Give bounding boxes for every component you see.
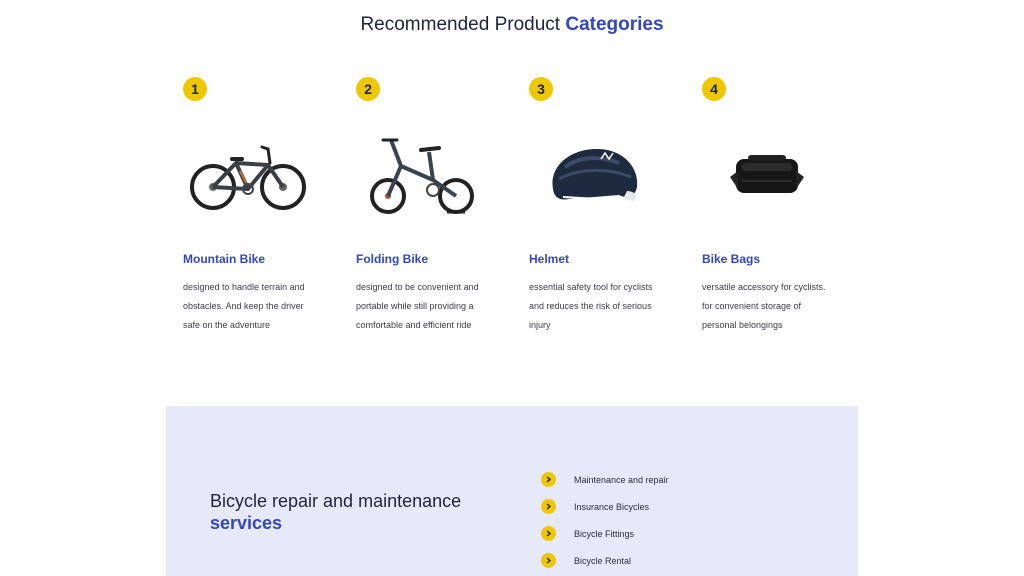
- section-title-prefix: Recommended Product: [360, 14, 561, 35]
- category-title[interactable]: Mountain Bike: [183, 252, 265, 266]
- service-label: Bicycle Fittings: [574, 528, 635, 539]
- chevron-right-icon: [541, 499, 556, 514]
- category-card-helmet[interactable]: 3 Helmet essential safety tool for cycli…: [529, 77, 689, 330]
- category-number-badge: 4: [702, 77, 726, 101]
- services-heading-accent: services: [210, 513, 283, 533]
- section-title-accent: Categories: [565, 14, 664, 35]
- category-description: designed to be convenient and portable w…: [356, 282, 479, 330]
- category-description: versatile accessory for cyclists. for co…: [702, 282, 826, 330]
- category-description: designed to handle terrain and obstacles…: [183, 282, 305, 330]
- category-number-badge: 2: [356, 77, 380, 101]
- category-title[interactable]: Bike Bags: [702, 252, 760, 266]
- bike-bag-image[interactable]: [702, 127, 832, 227]
- category-cards: 1 Mountain Bike designed to handle terra…: [183, 77, 863, 347]
- services-heading: Bicycle repair and maintenance services: [210, 490, 500, 534]
- service-item-rental[interactable]: Bicycle Rental: [541, 547, 669, 574]
- category-title[interactable]: Helmet: [529, 252, 569, 266]
- mountain-bike-image[interactable]: [183, 127, 313, 227]
- helmet-image[interactable]: [529, 127, 659, 227]
- service-label: Maintenance and repair: [574, 474, 669, 485]
- service-label: Insurance Bicycles: [574, 501, 650, 512]
- category-description: essential safety tool for cyclists and r…: [529, 282, 653, 330]
- services-panel: Bicycle repair and maintenance services …: [166, 406, 858, 576]
- service-list: Maintenance and repair Insurance Bicycle…: [541, 466, 669, 574]
- category-card-mountain-bike[interactable]: 1 Mountain Bike designed to handle terra…: [183, 77, 343, 330]
- services-heading-prefix: Bicycle repair and maintenance: [210, 491, 462, 511]
- category-card-bike-bags[interactable]: 4 Bike Bags versatile accessory for cycl…: [702, 77, 862, 330]
- chevron-right-icon: [541, 553, 556, 568]
- category-title[interactable]: Folding Bike: [356, 252, 428, 266]
- category-number-badge: 1: [183, 77, 207, 101]
- service-item-maintenance[interactable]: Maintenance and repair: [541, 466, 669, 493]
- chevron-right-icon: [541, 472, 556, 487]
- service-item-fittings[interactable]: Bicycle Fittings: [541, 520, 669, 547]
- folding-bike-image[interactable]: [356, 127, 486, 227]
- section-title: Recommended Product Categories: [0, 14, 1024, 36]
- service-item-insurance[interactable]: Insurance Bicycles: [541, 493, 669, 520]
- category-number-badge: 3: [529, 77, 553, 101]
- category-card-folding-bike[interactable]: 2 Folding Bike designed to be convenient…: [356, 77, 516, 330]
- chevron-right-icon: [541, 526, 556, 541]
- service-label: Bicycle Rental: [574, 555, 632, 566]
